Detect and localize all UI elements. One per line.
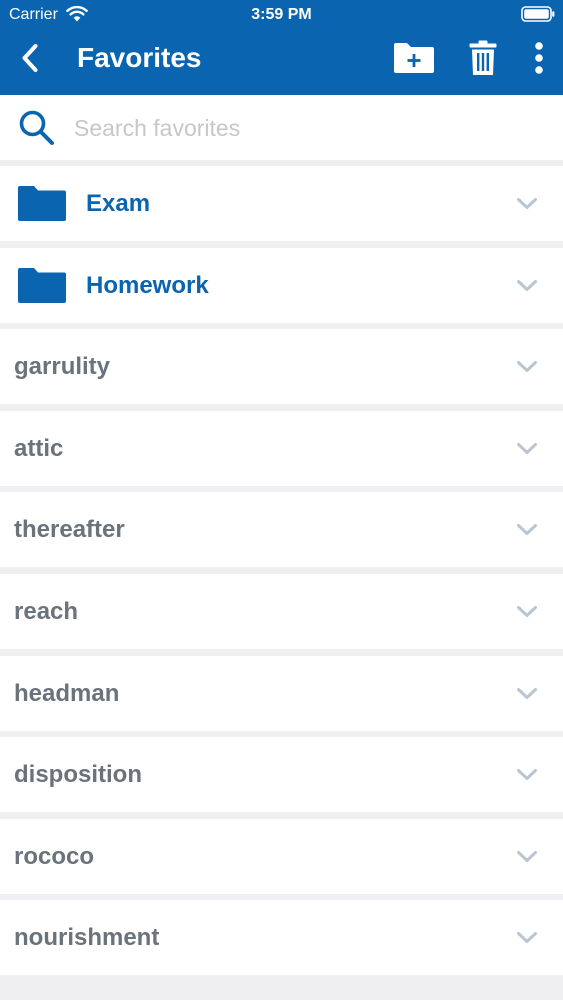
- word-row[interactable]: headman: [0, 655, 563, 731]
- more-vertical-icon: [535, 42, 543, 74]
- chevron-down-icon[interactable]: [516, 279, 538, 292]
- word-label: disposition: [14, 761, 142, 789]
- chevron-left-icon: [22, 44, 38, 72]
- word-label: nourishment: [14, 924, 160, 952]
- search-input[interactable]: [74, 109, 544, 147]
- folder-icon: [18, 267, 66, 303]
- chevron-down-icon[interactable]: [516, 442, 538, 455]
- search-bar: [0, 95, 563, 160]
- new-folder-icon: [394, 43, 434, 73]
- chevron-down-icon[interactable]: [516, 360, 538, 373]
- status-bar: Carrier 3:59 PM: [0, 0, 563, 30]
- chevron-down-icon[interactable]: [516, 687, 538, 700]
- battery-icon: [521, 6, 555, 22]
- back-button[interactable]: [10, 38, 50, 78]
- word-label: garrulity: [14, 353, 111, 381]
- new-folder-button[interactable]: [392, 36, 436, 80]
- favorites-screen: Carrier 3:59 PM Favorites Search favorit…: [0, 0, 563, 1000]
- chevron-down-icon[interactable]: [516, 931, 538, 944]
- word-row[interactable]: thereafter: [0, 492, 563, 568]
- chevron-down-icon[interactable]: [516, 850, 538, 863]
- folder-label: Homework: [86, 271, 209, 299]
- trash-button[interactable]: [462, 36, 504, 80]
- word-row[interactable]: reach: [0, 573, 563, 649]
- folder-label: Exam: [86, 190, 151, 217]
- folder-row-homework[interactable]: Homework: [0, 247, 563, 323]
- page-title: Favorites: [77, 42, 202, 73]
- search-icon: [19, 110, 54, 145]
- more-button[interactable]: [522, 36, 556, 80]
- word-label: thereafter: [14, 516, 125, 544]
- folder-row-exam[interactable]: Exam: [0, 166, 563, 241]
- word-label: reach: [14, 597, 79, 625]
- chevron-down-icon[interactable]: [516, 523, 538, 536]
- status-time: 3:59 PM: [251, 6, 312, 23]
- chevron-down-icon[interactable]: [516, 605, 538, 618]
- word-label: attic: [14, 434, 64, 462]
- word-row[interactable]: attic: [0, 410, 563, 486]
- folder-icon: [18, 186, 66, 221]
- nav-bar: Favorites: [0, 30, 563, 95]
- chevron-down-icon[interactable]: [516, 197, 538, 210]
- word-row[interactable]: disposition: [0, 737, 563, 813]
- trash-icon: [469, 40, 497, 75]
- word-label: rococo: [14, 842, 95, 870]
- word-row[interactable]: garrulity: [0, 329, 563, 405]
- word-row[interactable]: nourishment: [0, 900, 563, 976]
- word-label: headman: [14, 679, 120, 707]
- top-bar: Carrier 3:59 PM Favorites: [0, 0, 563, 95]
- chevron-down-icon[interactable]: [516, 768, 538, 781]
- word-row[interactable]: rococo: [0, 818, 563, 894]
- favorites-list: Exam Homework garrulity attic thereafter…: [0, 166, 563, 982]
